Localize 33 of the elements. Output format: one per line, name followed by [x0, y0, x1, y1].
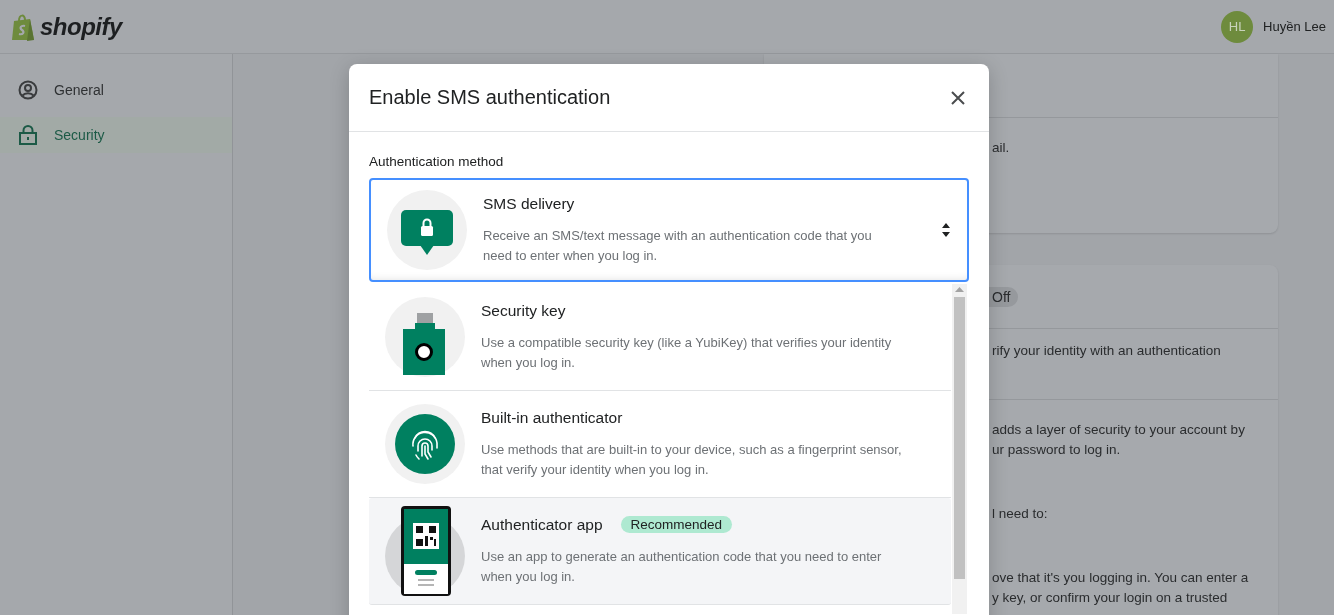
option-description: Receive an SMS/text message with an authentication code that you need to enter when you log in. [483, 226, 873, 265]
card-paragraph: ove that it's you logging in. You can enter a y key, or confirm your login on a trusted [992, 569, 1250, 607]
method-option[interactable]: Built-in authenticator Use methods that are built-in to your device, such as a fingerprint sensor, that verify your identity when you log in. [369, 391, 951, 498]
phone-qr-icon [385, 506, 465, 596]
person-icon [18, 80, 38, 100]
option-title: Built-in authenticator [481, 408, 623, 427]
card-paragraph: adds a layer of security to your account by ur password to log in. [992, 421, 1246, 459]
modal-title: Enable SMS authentication [369, 86, 611, 109]
message-lock-icon [387, 190, 467, 270]
option-description: Use a compatible security key (like a YubiKey) that verifies your identity when you log in. [481, 333, 893, 372]
method-option[interactable]: Authenticator app Recommended Use an app to generate an authentication code that you need to enter when you log in. [369, 498, 951, 605]
recommended-badge: Recommended [620, 516, 733, 533]
user-name[interactable]: Huyền Lee [1263, 19, 1326, 34]
method-option[interactable]: Security key Use a compatible security key (like a YubiKey) that verifies your identity when you log in. [369, 284, 951, 391]
method-select[interactable]: SMS delivery Receive an SMS/text message with an authentication code that you need to enter when you log in. [369, 178, 969, 282]
card-text: ail. [992, 139, 1011, 157]
scrollbar[interactable] [952, 284, 967, 614]
card-text: rify your identity with an authentication [992, 342, 1222, 360]
sidebar-item[interactable]: General [0, 72, 232, 108]
card-paragraph: l need to: [992, 505, 1049, 523]
logo-wordmark[interactable]: shopify [40, 12, 122, 41]
close-icon [951, 90, 965, 105]
option-description: Use methods that are built-in to your device, such as a fingerprint sensor, that verify your identity when you log in. [481, 440, 903, 479]
field-label: Authentication method [369, 154, 505, 169]
security-key-icon [385, 297, 465, 377]
option-title: Security key [481, 301, 566, 320]
fingerprint-icon [385, 404, 465, 484]
select-chevron-icon [941, 222, 951, 238]
scroll-up-icon [955, 287, 964, 292]
option-title: Authenticator app [481, 515, 603, 534]
option-description: Use an app to generate an authentication code that you need to enter when you log in. [481, 547, 883, 586]
option-title: SMS delivery [483, 194, 575, 213]
lock-icon [18, 125, 38, 145]
